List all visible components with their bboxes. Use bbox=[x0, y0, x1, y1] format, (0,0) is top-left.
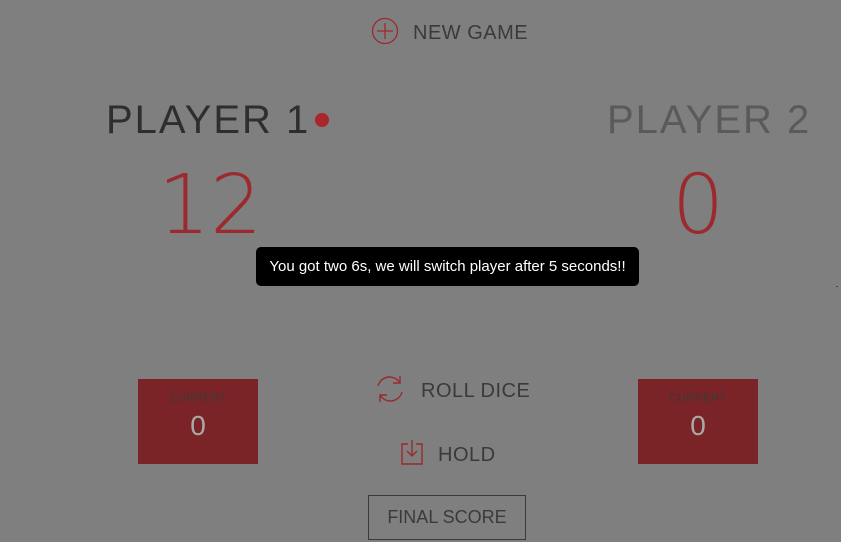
player-2-current-box: CURRENT 0 bbox=[638, 379, 758, 464]
final-score-placeholder: FINAL SCORE bbox=[387, 507, 507, 527]
new-game-button[interactable]: NEW GAME bbox=[371, 17, 529, 50]
player-1-score: 12 bbox=[158, 158, 263, 253]
decorative-mark bbox=[836, 286, 838, 287]
message-text: You got two 6s, we will switch player af… bbox=[269, 258, 626, 275]
player-1-name: PLAYER 1 bbox=[106, 98, 311, 142]
plus-circle-icon bbox=[371, 17, 399, 50]
hold-button[interactable]: HOLD bbox=[400, 439, 496, 472]
player-2-score: 0 bbox=[672, 158, 725, 253]
final-score-input[interactable]: FINAL SCORE bbox=[368, 495, 526, 540]
player-1-current-value: 0 bbox=[190, 410, 206, 441]
active-dot-icon bbox=[315, 113, 329, 127]
message-toast: You got two 6s, we will switch player af… bbox=[256, 247, 639, 286]
roll-dice-label: ROLL DICE bbox=[421, 379, 531, 402]
hold-label: HOLD bbox=[438, 443, 496, 466]
player-2-name: PLAYER 2 bbox=[607, 98, 812, 142]
roll-dice-button[interactable]: ROLL DICE bbox=[373, 375, 530, 407]
refresh-icon bbox=[373, 373, 407, 410]
player-2-current-label: CURRENT bbox=[669, 392, 727, 404]
player-2-current-value: 0 bbox=[690, 410, 706, 441]
player-1-current-box: CURRENT 0 bbox=[138, 379, 258, 464]
download-tray-icon bbox=[400, 439, 424, 472]
player-1-current-label: CURRENT bbox=[169, 392, 227, 404]
new-game-label: NEW GAME bbox=[413, 21, 529, 44]
